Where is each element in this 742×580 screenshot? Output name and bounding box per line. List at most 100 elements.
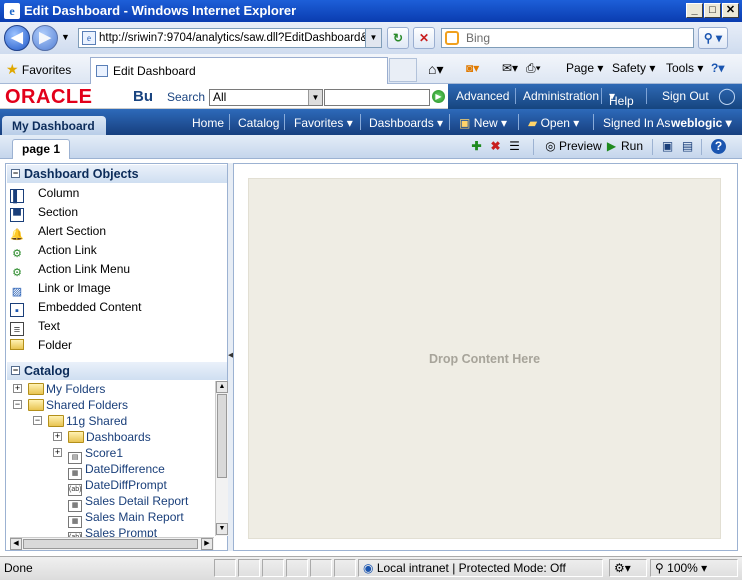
delete-page-icon[interactable]: ✖ — [488, 139, 503, 154]
browser-tab[interactable]: Edit Dashboard — [90, 57, 388, 84]
tools-menu[interactable]: Tools ▾ — [666, 61, 703, 75]
feeds-icon[interactable]: ◙▾ — [466, 61, 479, 75]
search-field[interactable]: Bing — [441, 28, 694, 48]
object-column[interactable]: ▌ Column — [10, 184, 79, 203]
tree-item-dashboards[interactable]: + Dashboards — [50, 429, 151, 445]
my-dashboard-tab[interactable]: My Dashboard — [2, 116, 106, 135]
open-folder-icon — [28, 399, 44, 411]
search-placeholder: Bing — [466, 31, 491, 45]
minimize-button[interactable]: _ — [686, 3, 703, 18]
help-icon[interactable]: ?▾ — [711, 61, 724, 75]
administration-link[interactable]: Administration — [523, 89, 599, 103]
scroll-down-icon[interactable]: ▼ — [216, 523, 228, 535]
tree-item-datedifference[interactable]: ▦ DateDifference — [68, 461, 165, 480]
expand-icon[interactable]: + — [53, 432, 62, 441]
page-menu[interactable]: Page ▾ — [566, 61, 603, 75]
collapse-icon[interactable]: − — [13, 400, 22, 409]
advanced-link[interactable]: Advanced — [456, 89, 509, 103]
close-button[interactable]: ✕ — [722, 3, 739, 18]
tab-title: Edit Dashboard — [113, 64, 196, 78]
scroll-thumb[interactable] — [23, 539, 198, 549]
catalog-horizontal-scrollbar[interactable]: ◀ ▶ — [10, 537, 214, 550]
object-text[interactable]: ≡ Text — [10, 317, 60, 336]
refresh-button[interactable]: ↻ — [387, 27, 409, 49]
scroll-thumb[interactable] — [217, 394, 227, 478]
scroll-up-icon[interactable]: ▲ — [216, 381, 228, 393]
preview-button[interactable]: Preview — [559, 139, 602, 153]
stop-button[interactable]: ✕ — [413, 27, 435, 49]
history-dropdown-icon[interactable]: ▼ — [61, 32, 70, 42]
catalog-tree: + My Folders − Shared Folders −11g Shared … — [10, 381, 214, 538]
object-section[interactable]: ▀ Section — [10, 203, 78, 222]
object-action-link[interactable]: ⚙ Action Link — [10, 241, 97, 260]
catalog-link[interactable]: Catalog — [238, 116, 279, 130]
scroll-left-icon[interactable]: ◀ — [10, 538, 22, 550]
favorites-button[interactable]: ★ Favorites — [6, 61, 71, 78]
forward-button[interactable]: ▶ — [32, 25, 58, 51]
object-folder[interactable]: Folder — [10, 336, 72, 355]
status-pane — [286, 559, 308, 577]
user-menu[interactable]: weblogic ▾ — [671, 116, 732, 130]
catalog-header[interactable]: − Catalog — [7, 362, 227, 380]
preview-icon[interactable]: ◎ — [543, 139, 558, 154]
expand-icon[interactable]: + — [53, 448, 62, 457]
expand-icon[interactable]: + — [13, 384, 22, 393]
object-action-link-menu[interactable]: ⚙ Action Link Menu — [10, 260, 130, 279]
tree-item-sales-main-report[interactable]: ▦ Sales Main Report — [68, 509, 184, 528]
mail-icon[interactable]: ✉▾ — [502, 61, 518, 75]
drop-zone[interactable]: Drop Content Here — [248, 178, 721, 539]
tree-item-score1[interactable]: + ▤ Score1 — [50, 445, 123, 464]
zoom-control[interactable]: ⚲ 100% ▾ — [650, 559, 738, 577]
dashboard-canvas: Drop Content Here — [233, 163, 738, 551]
divider — [701, 139, 702, 155]
dashboards-menu[interactable]: Dashboards ▾ — [369, 116, 443, 130]
ie-icon: e — [4, 3, 20, 19]
search-go-icon[interactable]: ▶ — [432, 90, 445, 103]
new-menu[interactable]: ▣ New ▾ — [459, 116, 507, 130]
collapse-icon[interactable]: − — [33, 416, 42, 425]
protected-mode-icon[interactable]: ⚙▾ — [609, 559, 647, 577]
object-alert-section[interactable]: 🔔 Alert Section — [10, 222, 106, 241]
page-toolbar: page 1 ✚ ✖ ☰ ◎ Preview ▶ Run ▣ ▤ ? — [0, 135, 742, 159]
security-zone[interactable]: ◉ Local intranet | Protected Mode: Off — [358, 559, 603, 577]
tree-item-datediffprompt[interactable]: (ab) DateDiffPrompt — [68, 477, 167, 496]
help-icon[interactable]: ? — [711, 139, 726, 154]
tree-item-sales-detail-report[interactable]: ▦ Sales Detail Report — [68, 493, 188, 512]
collapse-icon[interactable]: − — [11, 366, 20, 375]
object-embedded-content[interactable]: ▪ Embedded Content — [10, 298, 141, 317]
page-list-icon[interactable]: ☰ — [507, 139, 522, 154]
home-link[interactable]: Home — [192, 116, 224, 130]
tree-item-11g-shared[interactable]: −11g Shared — [30, 413, 127, 429]
add-page-icon[interactable]: ✚ — [469, 139, 484, 154]
product-name-fragment: Bu — [133, 88, 153, 105]
safety-menu[interactable]: Safety ▾ — [612, 61, 655, 75]
search-button[interactable]: ⚲ ▾ — [698, 27, 728, 49]
page-tab[interactable]: page 1 — [12, 139, 70, 159]
tree-item-shared-folders[interactable]: − Shared Folders — [10, 397, 128, 413]
run-button[interactable]: Run — [621, 139, 643, 153]
help-menu[interactable]: Help ▾ — [609, 89, 634, 108]
url-dropdown-icon[interactable]: ▼ — [365, 29, 381, 47]
tree-item-my-folders[interactable]: + My Folders — [10, 381, 105, 397]
object-link-or-image[interactable]: ▨ Link or Image — [10, 279, 111, 298]
run-icon[interactable]: ▶ — [604, 139, 619, 154]
back-button[interactable]: ◀ — [4, 25, 30, 51]
save-icon[interactable]: ▣ — [660, 139, 675, 154]
new-tab-button[interactable] — [389, 58, 417, 82]
signout-link[interactable]: Sign Out — [662, 89, 709, 103]
open-menu[interactable]: ▰ Open ▾ — [528, 116, 579, 130]
save-as-icon[interactable]: ▤ — [680, 139, 695, 154]
search-scope-select[interactable]: All ▼ — [209, 89, 323, 106]
dashboard-objects-header[interactable]: − Dashboard Objects — [7, 165, 227, 183]
catalog-vertical-scrollbar[interactable]: ▲ ▼ — [215, 381, 228, 536]
scroll-right-icon[interactable]: ▶ — [201, 538, 213, 550]
maximize-button[interactable]: □ — [704, 3, 721, 18]
divider — [652, 139, 653, 155]
favorites-menu[interactable]: Favorites ▾ — [294, 116, 353, 130]
url-field[interactable]: e http://sriwin7:9704/analytics/saw.dll?… — [78, 28, 382, 48]
collapse-icon[interactable]: − — [11, 169, 20, 178]
print-icon[interactable]: ⎙▾ — [526, 61, 541, 76]
oracle-swirl-icon: ◯ — [718, 88, 736, 105]
home-icon[interactable]: ⌂▾ — [428, 61, 443, 78]
catalog-search-input[interactable] — [324, 89, 430, 106]
